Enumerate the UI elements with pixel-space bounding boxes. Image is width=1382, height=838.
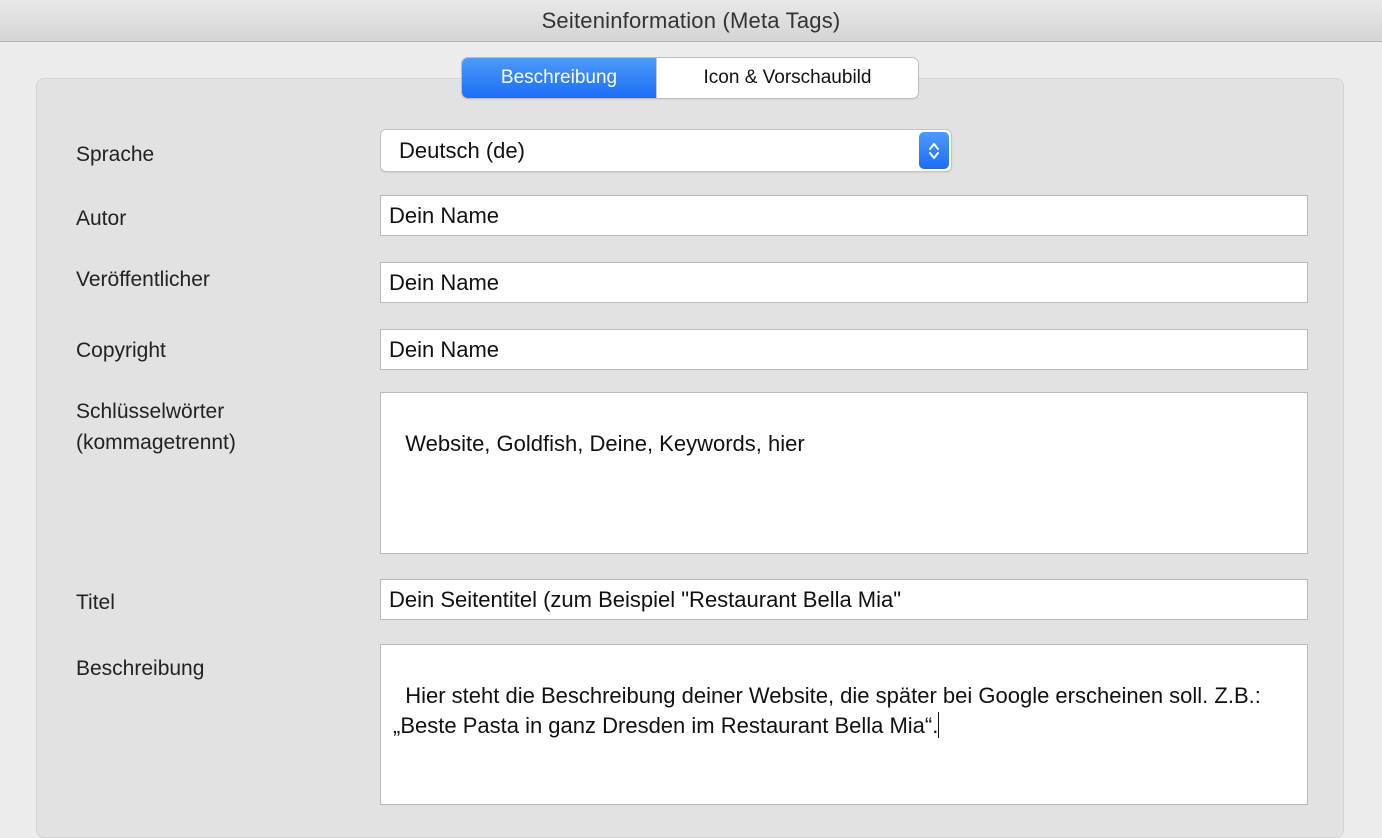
copyright-input-value: Dein Name	[389, 336, 500, 362]
language-label: Sprache	[76, 143, 155, 166]
keywords-textarea[interactable]: Website, Goldfish, Deine, Keywords, hier	[380, 392, 1308, 554]
description-label: Beschreibung	[76, 657, 205, 680]
language-select[interactable]: Deutsch (de)	[380, 129, 952, 172]
title-input[interactable]: Dein Seitentitel (zum Beispiel "Restaura…	[380, 579, 1308, 620]
author-input[interactable]: Dein Name	[380, 195, 1308, 236]
copyright-label: Copyright	[76, 339, 166, 362]
tab-bar: Beschreibung Icon & Vorschaubild	[462, 58, 918, 98]
publisher-input-value: Dein Name	[389, 269, 500, 295]
author-label: Autor	[76, 207, 127, 230]
author-input-value: Dein Name	[389, 202, 500, 228]
window-title: Seiteninformation (Meta Tags)	[541, 7, 841, 33]
description-textarea-value: Hier steht die Beschreibung deiner Websi…	[393, 683, 1267, 738]
tab-icon-vorschaubild[interactable]: Icon & Vorschaubild	[656, 58, 918, 98]
publisher-input[interactable]: Dein Name	[380, 262, 1308, 303]
copyright-input[interactable]: Dein Name	[380, 329, 1308, 370]
chevron-up-down-icon[interactable]	[919, 132, 949, 169]
tab-beschreibung[interactable]: Beschreibung	[462, 58, 656, 98]
language-select-value: Deutsch (de)	[399, 137, 525, 163]
title-input-value: Dein Seitentitel (zum Beispiel "Restaura…	[389, 586, 902, 612]
publisher-label: Veröffentlicher	[76, 268, 210, 291]
keywords-label-line2: (kommagetrennt)	[76, 431, 236, 454]
keywords-label-line1: Schlüsselwörter	[76, 400, 225, 423]
keywords-textarea-value: Website, Goldfish, Deine, Keywords, hier	[405, 431, 805, 456]
title-label: Titel	[76, 591, 115, 614]
keywords-label: Schlüsselwörter (kommagetrennt)	[76, 396, 236, 458]
description-textarea[interactable]: Hier steht die Beschreibung deiner Websi…	[380, 644, 1308, 805]
text-cursor	[938, 712, 940, 738]
window-titlebar: Seiteninformation (Meta Tags)	[0, 0, 1382, 42]
